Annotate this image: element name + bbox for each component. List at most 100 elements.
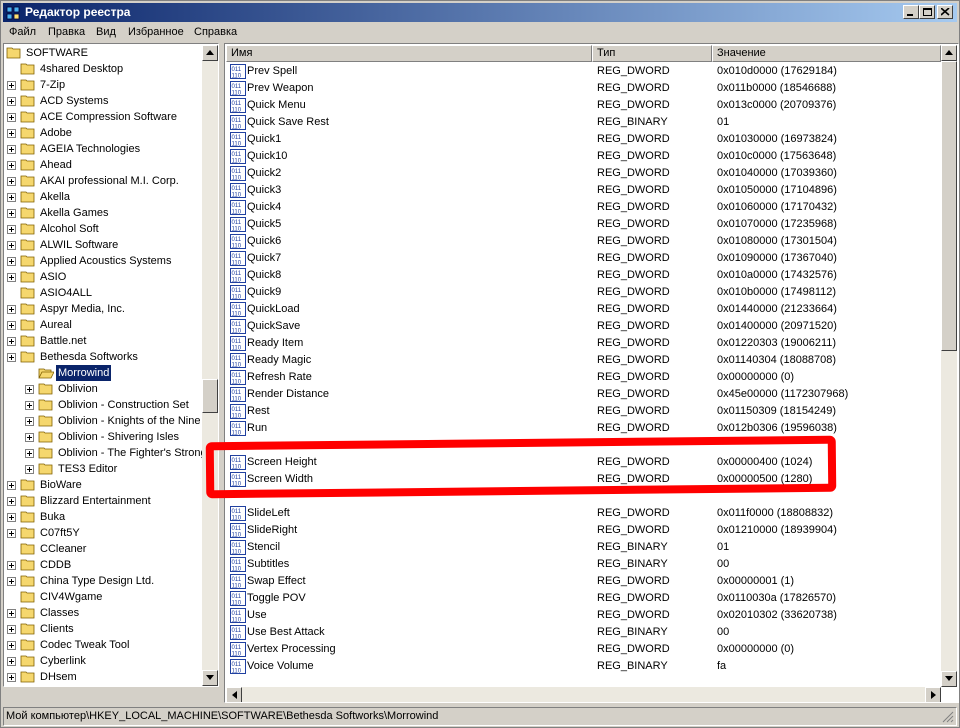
list-row[interactable]: 011 110 Prev Weapon REG_DWORD 0x011b0000 (18… xyxy=(226,80,941,97)
arrow-right-icon xyxy=(931,691,936,699)
list-row[interactable]: 011 110 Voice Volume REG_BINARY fa xyxy=(226,658,941,675)
list-row[interactable]: 011 110 Ready Item REG_DWORD 0x01220303 (190… xyxy=(226,335,941,352)
expand-toggle[interactable] xyxy=(7,81,16,90)
menu-help[interactable]: Справка xyxy=(194,26,237,38)
expand-toggle[interactable] xyxy=(7,241,16,250)
expand-toggle[interactable] xyxy=(7,497,16,506)
expand-toggle[interactable] xyxy=(7,353,16,362)
close-button[interactable] xyxy=(937,5,953,19)
list-row[interactable]: 011 110 QuickSave REG_DWORD 0x01400000 (2097… xyxy=(226,318,941,335)
expand-toggle[interactable] xyxy=(7,113,16,122)
list-row[interactable]: 011 110 Use REG_DWORD 0x02010302 (33620738) xyxy=(226,607,941,624)
column-name[interactable]: Имя xyxy=(226,45,592,62)
expand-toggle[interactable] xyxy=(7,673,16,682)
menu-favorites[interactable]: Избранное xyxy=(128,26,184,38)
expand-toggle[interactable] xyxy=(7,305,16,314)
list-row[interactable]: 011 110 SlideLeft REG_DWORD 0x011f0000 (1880… xyxy=(226,505,941,522)
expand-toggle[interactable] xyxy=(7,657,16,666)
expand-toggle[interactable] xyxy=(7,97,16,106)
expand-toggle[interactable] xyxy=(7,577,16,586)
column-value[interactable]: Значение xyxy=(712,45,941,62)
svg-text:011: 011 xyxy=(232,237,242,243)
list-row[interactable]: 011 110 Quick4 REG_DWORD 0x01060000 (1717043… xyxy=(226,199,941,216)
list-row[interactable]: 011 110 Quick2 REG_DWORD 0x01040000 (1703936… xyxy=(226,165,941,182)
list-row[interactable]: 011 110 Quick10 REG_DWORD 0x010c0000 (175636… xyxy=(226,148,941,165)
list-row[interactable]: 011 110 Run REG_DWORD 0x012b0306 (19596038) xyxy=(226,420,941,437)
expand-toggle[interactable] xyxy=(7,161,16,170)
list-row[interactable]: 011 110 Quick3 REG_DWORD 0x01050000 (1710489… xyxy=(226,182,941,199)
row-value: 0x01070000 (17235968) xyxy=(717,218,837,230)
expand-toggle[interactable] xyxy=(7,337,16,346)
list-row[interactable]: 011 110 SlideRight REG_DWORD 0x01210000 (189… xyxy=(226,522,941,539)
expand-toggle[interactable] xyxy=(7,641,16,650)
expand-toggle[interactable] xyxy=(7,145,16,154)
list-row[interactable]: 011 110 Rest REG_DWORD 0x01150309 (18154249) xyxy=(226,403,941,420)
expand-toggle[interactable] xyxy=(25,401,34,410)
key-tree-pane[interactable]: SOFTWARE 4shared Desktop 7-Zip ACD Systems… xyxy=(3,43,219,687)
tree-vertical-scrollbar[interactable] xyxy=(202,45,218,686)
expand-toggle[interactable] xyxy=(25,465,34,474)
list-row[interactable]: 011 110 Quick8 REG_DWORD 0x010a0000 (1743257… xyxy=(226,267,941,284)
title-bar[interactable]: Редактор реестра xyxy=(3,3,957,22)
list-row[interactable]: 011 110 Swap Effect REG_DWORD 0x00000001 (1) xyxy=(226,573,941,590)
column-type[interactable]: Тип xyxy=(592,45,712,62)
list-row[interactable]: 011 110 Quick9 REG_DWORD 0x010b0000 (1749811… xyxy=(226,284,941,301)
expand-toggle[interactable] xyxy=(7,529,16,538)
expand-toggle[interactable] xyxy=(7,625,16,634)
list-row[interactable]: 011 110 Prev Spell REG_DWORD 0x010d0000 (176… xyxy=(226,63,941,80)
expand-toggle[interactable] xyxy=(7,609,16,618)
minimize-button[interactable] xyxy=(903,5,919,19)
expand-toggle[interactable] xyxy=(25,433,34,442)
expand-toggle[interactable] xyxy=(7,193,16,202)
list-row[interactable]: 011 110 Quick7 REG_DWORD 0x01090000 (1736704… xyxy=(226,250,941,267)
expand-toggle[interactable] xyxy=(7,321,16,330)
menu-edit[interactable]: Правка xyxy=(48,26,85,38)
tree-scroll-up-button[interactable] xyxy=(202,45,218,61)
expand-toggle[interactable] xyxy=(7,257,16,266)
expand-toggle[interactable] xyxy=(7,129,16,138)
expand-toggle[interactable] xyxy=(7,513,16,522)
expand-toggle[interactable] xyxy=(25,385,34,394)
menu-view[interactable]: Вид xyxy=(96,26,116,38)
list-row[interactable]: 011 110 Quick5 REG_DWORD 0x01070000 (1723596… xyxy=(226,216,941,233)
list-scroll-up-button[interactable] xyxy=(941,45,957,61)
list-scroll-down-button[interactable] xyxy=(941,671,957,687)
maximize-button[interactable] xyxy=(919,5,935,19)
expand-toggle[interactable] xyxy=(7,177,16,186)
list-row[interactable]: 011 110 Ready Magic REG_DWORD 0x01140304 (18… xyxy=(226,352,941,369)
list-row[interactable]: 011 110 Render Distance REG_DWORD 0x45e00000… xyxy=(226,386,941,403)
list-scroll-left-button[interactable] xyxy=(226,687,242,702)
list-scroll-thumb[interactable] xyxy=(941,61,957,351)
expand-toggle[interactable] xyxy=(7,209,16,218)
values-list-pane[interactable]: Имя Тип Значение 011 110 Prev Spell REG_DWO… xyxy=(224,43,959,703)
svg-text:011: 011 xyxy=(232,628,242,634)
list-row[interactable]: 011 110 Use Best Attack REG_BINARY 00 xyxy=(226,624,941,641)
list-scroll-right-button[interactable] xyxy=(925,687,941,702)
svg-text:110: 110 xyxy=(232,91,242,97)
expand-toggle[interactable] xyxy=(25,417,34,426)
menu-file[interactable]: Файл xyxy=(9,26,36,38)
expand-toggle[interactable] xyxy=(7,225,16,234)
list-row[interactable]: 011 110 Stencil REG_BINARY 01 xyxy=(226,539,941,556)
list-row[interactable]: 011 110 Quick Menu REG_DWORD 0x013c0000 (207… xyxy=(226,97,941,114)
list-row[interactable]: 011 110 Vertex Processing REG_DWORD 0x000000… xyxy=(226,641,941,658)
expand-toggle[interactable] xyxy=(7,561,16,570)
row-type: REG_DWORD xyxy=(597,609,670,621)
list-vertical-scrollbar[interactable] xyxy=(941,45,957,687)
list-row[interactable]: 011 110 Quick Save Rest REG_BINARY 01 xyxy=(226,114,941,131)
resize-grip-icon[interactable] xyxy=(942,711,954,723)
tree-scroll-down-button[interactable] xyxy=(202,670,218,686)
expand-toggle[interactable] xyxy=(25,449,34,458)
expand-toggle[interactable] xyxy=(7,481,16,490)
list-row[interactable]: 011 110 Toggle POV REG_DWORD 0x0110030a (178… xyxy=(226,590,941,607)
list-row[interactable]: 011 110 Subtitles REG_BINARY 00 xyxy=(226,556,941,573)
tree-scroll-thumb[interactable] xyxy=(202,379,218,413)
tree-item-label: Akella xyxy=(40,191,70,203)
svg-text:110: 110 xyxy=(232,210,242,216)
expand-toggle[interactable] xyxy=(7,273,16,282)
list-row[interactable]: 011 110 Quick1 REG_DWORD 0x01030000 (1697382… xyxy=(226,131,941,148)
list-row[interactable]: 011 110 Refresh Rate REG_DWORD 0x00000000 (0… xyxy=(226,369,941,386)
list-row[interactable]: 011 110 Quick6 REG_DWORD 0x01080000 (1730150… xyxy=(226,233,941,250)
list-row[interactable]: 011 110 QuickLoad REG_DWORD 0x01440000 (2123… xyxy=(226,301,941,318)
list-horizontal-scrollbar[interactable] xyxy=(226,687,941,702)
